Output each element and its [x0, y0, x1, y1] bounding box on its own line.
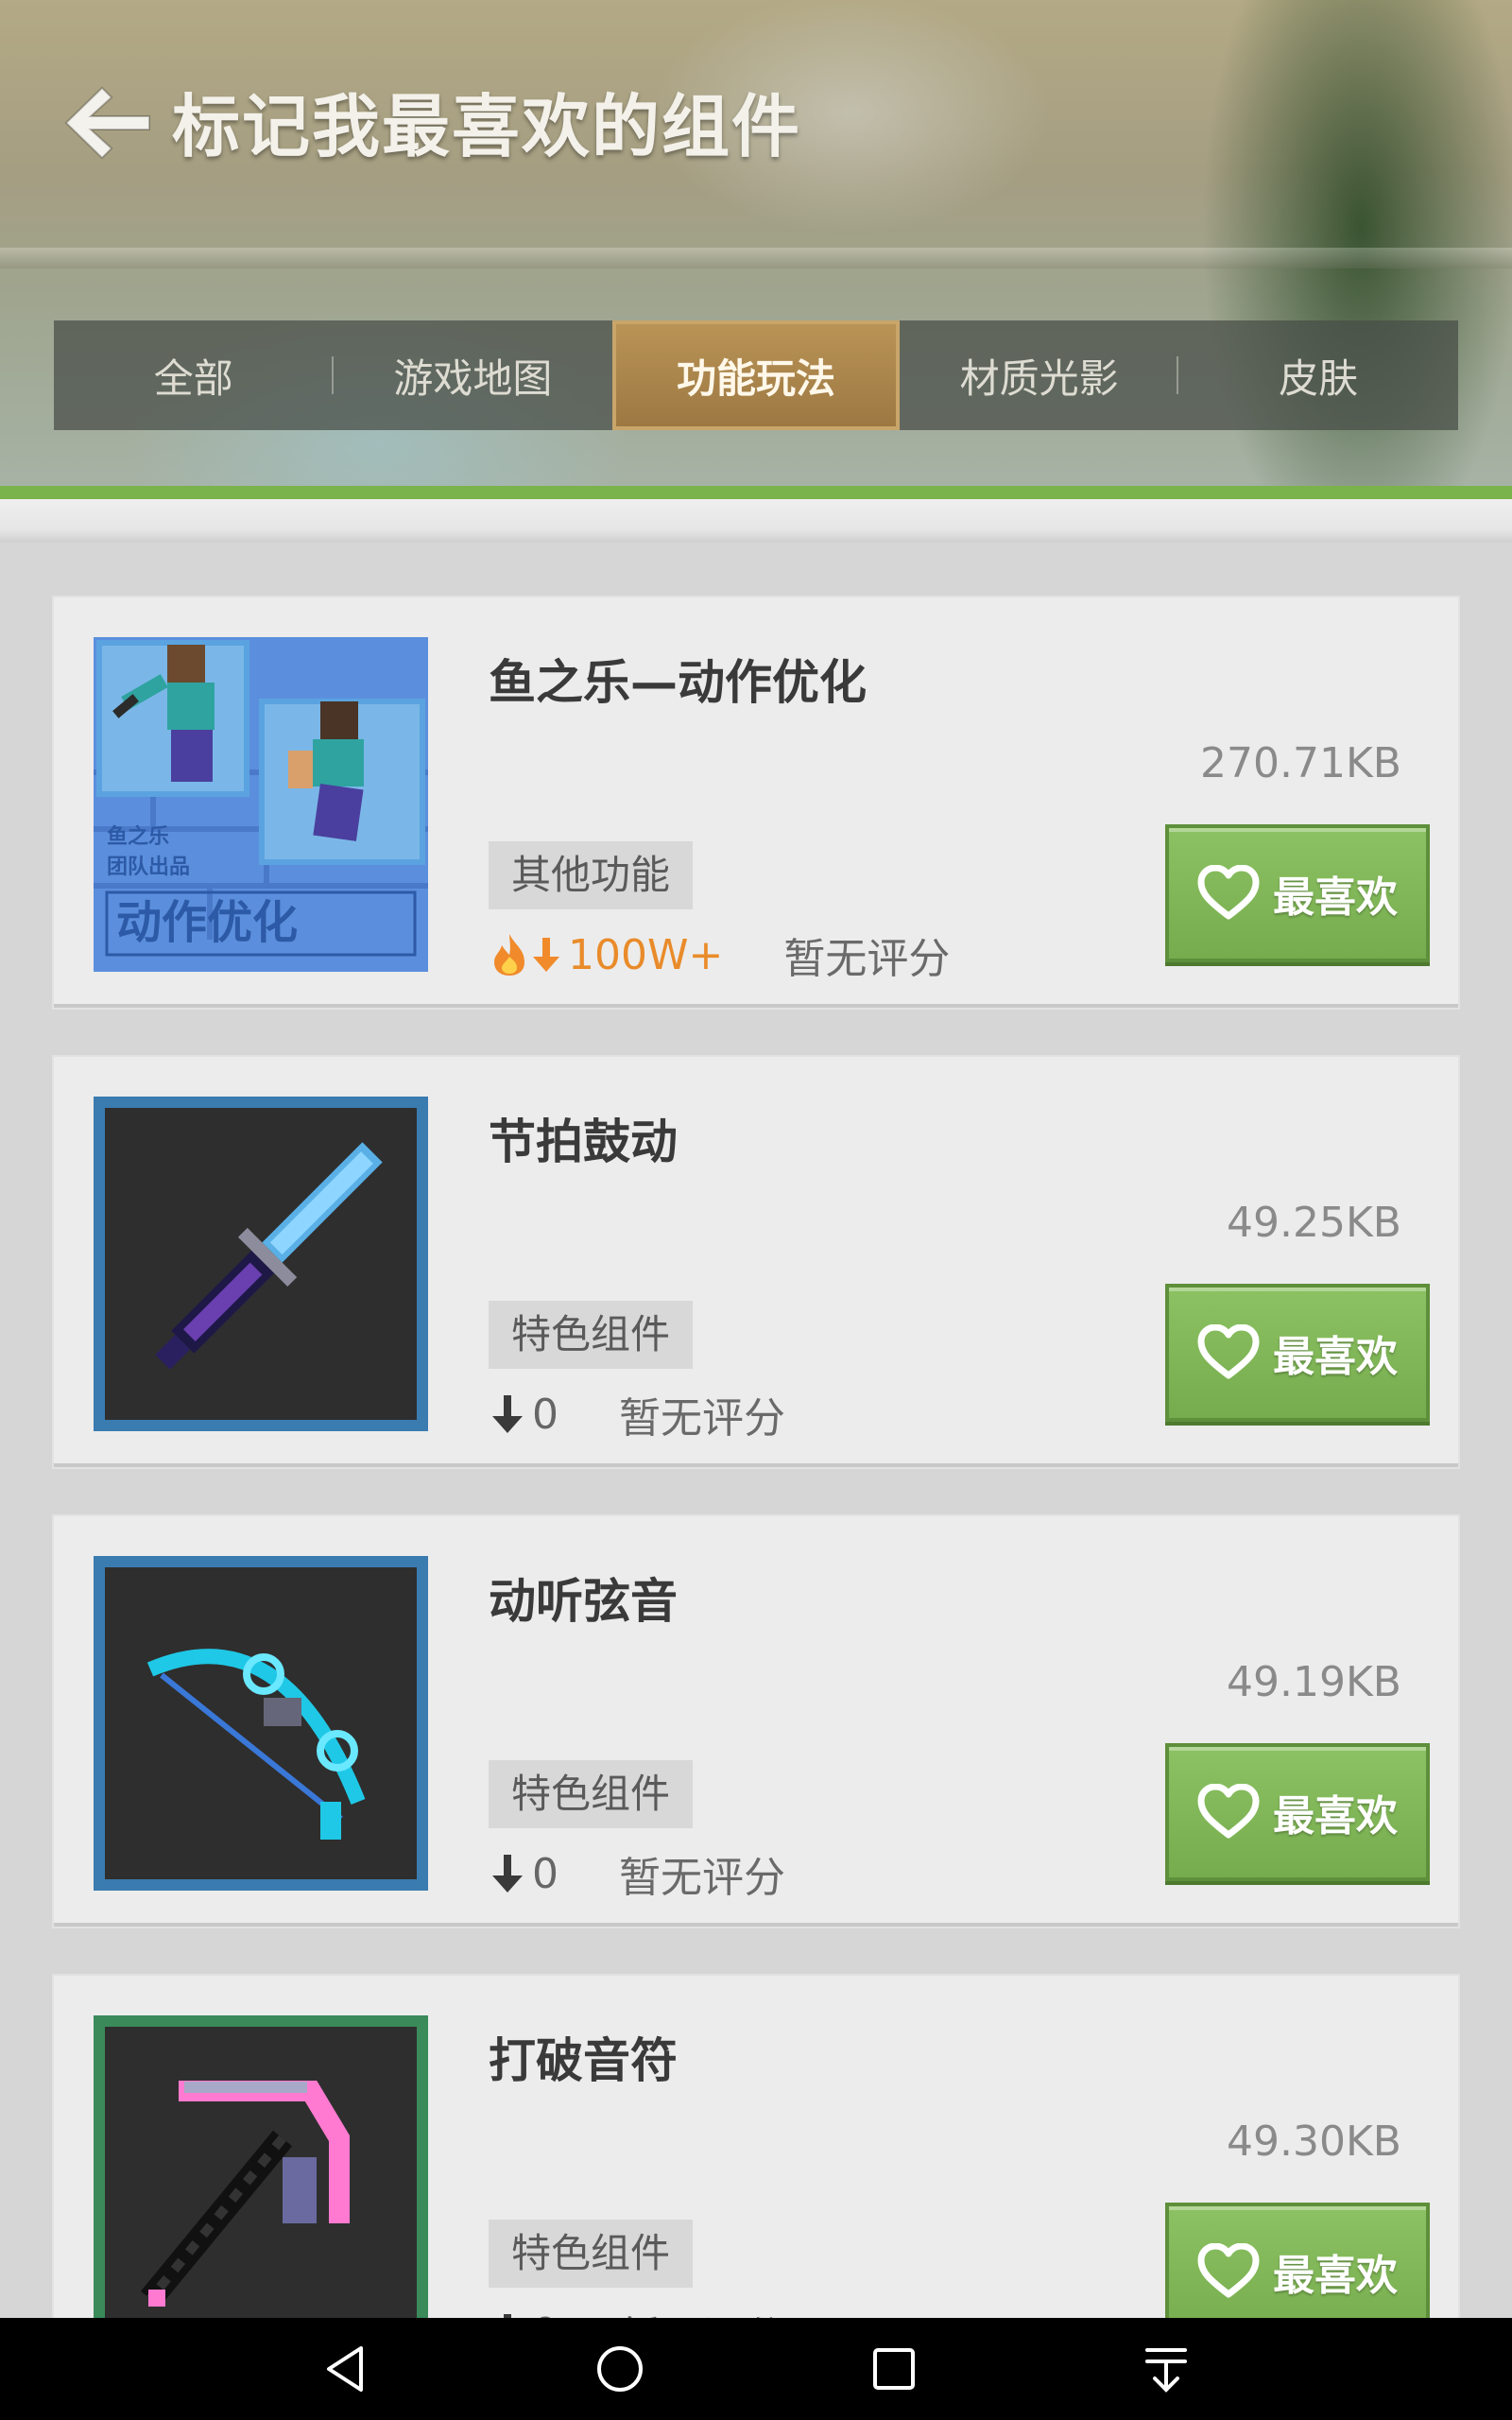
- favorite-button[interactable]: 最喜欢: [1165, 1743, 1430, 1881]
- component-list[interactable]: 鱼之乐 团队出品 动作优化 鱼之乐—动作优化 270.71KB 其他功能 100…: [0, 543, 1512, 2318]
- item-thumbnail: [94, 1556, 428, 1891]
- item-name[interactable]: 打破音符: [489, 2023, 678, 2091]
- item-stats: 0 暂无评分: [489, 2303, 785, 2318]
- thumb-text-team: 鱼之乐: [107, 824, 169, 848]
- item-stats: 0 暂无评分: [489, 1843, 785, 1904]
- flame-icon: [494, 934, 524, 976]
- item-size: 49.19KB: [1226, 1658, 1401, 1706]
- favorite-label: 最喜欢: [1273, 1792, 1398, 1841]
- notification-pull-down-icon[interactable]: [1140, 2342, 1193, 2395]
- item-size: 49.30KB: [1226, 2118, 1401, 2166]
- item-stats: 100W+ 暂无评分: [489, 925, 950, 985]
- tab-game-maps[interactable]: 游戏地图: [334, 320, 613, 430]
- thumb-text-team2: 团队出品: [107, 855, 190, 878]
- back-arrow-icon[interactable]: [57, 80, 156, 165]
- heart-icon: [1197, 1784, 1260, 1839]
- page-title: 标记我最喜欢的组件: [172, 87, 802, 166]
- header-divider-band: [0, 248, 1512, 268]
- recents-square-icon[interactable]: [868, 2342, 920, 2395]
- rating-text: 暂无评分: [619, 1394, 785, 1443]
- list-item[interactable]: 鱼之乐 团队出品 动作优化 鱼之乐—动作优化 270.71KB 其他功能 100…: [54, 597, 1458, 1008]
- download-count: 0: [532, 2309, 558, 2319]
- download-icon: [492, 1395, 523, 1433]
- favorite-label: 最喜欢: [1273, 2252, 1398, 2300]
- tab-textures-shaders[interactable]: 材质光影: [900, 320, 1179, 430]
- tab-label: 游戏地图: [393, 354, 553, 402]
- download-icon: [504, 2314, 511, 2318]
- favorite-label: 最喜欢: [1273, 1333, 1398, 1381]
- download-count: 0: [532, 1390, 558, 1439]
- item-size: 49.25KB: [1226, 1199, 1401, 1247]
- tab-all[interactable]: 全部: [54, 320, 334, 430]
- item-thumbnail: [94, 2015, 428, 2318]
- item-name[interactable]: 鱼之乐—动作优化: [489, 645, 867, 713]
- header: 标记我最喜欢的组件 全部 游戏地图 功能玩法 材质光影 皮肤: [0, 0, 1512, 496]
- download-count: 0: [532, 1849, 558, 1898]
- download-icon: [492, 1855, 523, 1893]
- list-item[interactable]: 打破音符 49.30KB 特色组件 0 暂无评分 最喜欢: [54, 1976, 1458, 2318]
- category-tag: 其他功能: [489, 841, 694, 909]
- item-thumbnail: 鱼之乐 团队出品 动作优化: [94, 637, 428, 972]
- item-name[interactable]: 节拍鼓动: [489, 1104, 678, 1172]
- rating-text: 暂无评分: [783, 935, 951, 983]
- back-triangle-icon[interactable]: [319, 2342, 372, 2395]
- category-tabs: 全部 游戏地图 功能玩法 材质光影 皮肤: [54, 320, 1458, 430]
- item-name[interactable]: 动听弦音: [489, 1564, 678, 1632]
- tab-skins[interactable]: 皮肤: [1178, 320, 1458, 430]
- tab-gameplay[interactable]: 功能玩法: [612, 320, 900, 430]
- heart-icon: [1197, 1324, 1260, 1379]
- tab-label: 功能玩法: [676, 354, 835, 402]
- list-item[interactable]: 动听弦音 49.19KB 特色组件 0 暂无评分 最喜欢: [54, 1516, 1458, 1927]
- favorite-button[interactable]: 最喜欢: [1165, 824, 1430, 962]
- heart-icon: [1197, 2243, 1260, 2298]
- accent-strip: [0, 486, 1512, 499]
- download-count: 100W+: [568, 930, 724, 979]
- favorite-button[interactable]: 最喜欢: [1165, 2203, 1430, 2318]
- home-circle-icon[interactable]: [593, 2342, 646, 2395]
- heart-icon: [1197, 865, 1260, 920]
- item-size: 270.71KB: [1200, 739, 1401, 787]
- tab-label: 皮肤: [1279, 354, 1359, 402]
- category-tag: 特色组件: [489, 1301, 694, 1369]
- list-item[interactable]: 节拍鼓动 49.25KB 特色组件 0 暂无评分 最喜欢: [54, 1057, 1458, 1467]
- item-stats: 0 暂无评分: [489, 1384, 785, 1444]
- download-icon: [533, 938, 559, 972]
- tab-label: 全部: [153, 354, 233, 402]
- system-navigation-bar: [0, 2318, 1512, 2420]
- tab-label: 材质光影: [959, 354, 1119, 402]
- list-top-shadow: [0, 499, 1512, 543]
- rating-text: 暂无评分: [619, 1854, 785, 1902]
- thumb-text-title: 动作优化: [116, 898, 298, 948]
- category-tag: 特色组件: [489, 2220, 694, 2288]
- rating-text: 暂无评分: [619, 2303, 785, 2318]
- item-thumbnail: [94, 1097, 428, 1431]
- favorite-label: 最喜欢: [1273, 873, 1398, 922]
- favorite-button[interactable]: 最喜欢: [1165, 1284, 1430, 1422]
- category-tag: 特色组件: [489, 1760, 694, 1828]
